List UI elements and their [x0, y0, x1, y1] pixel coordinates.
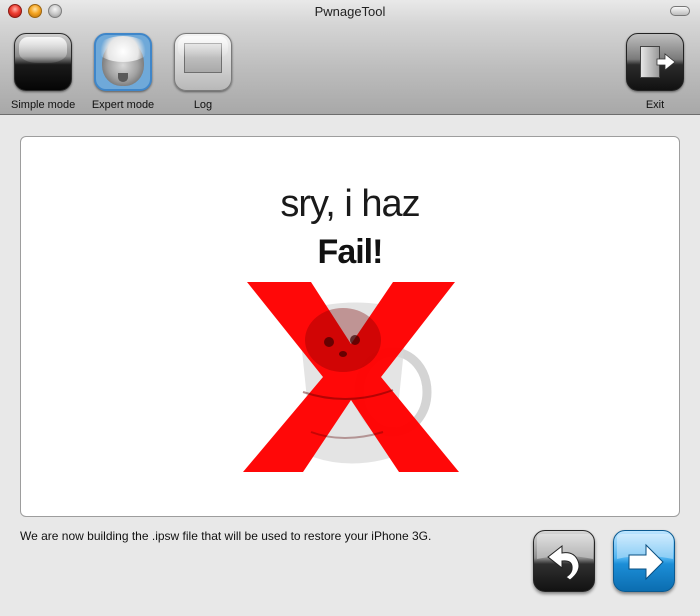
simple-mode-button[interactable]: Simple mode	[11, 33, 75, 111]
title-toolbar: PwnageTool Simple mode Expert mode Log E…	[0, 0, 700, 115]
log-button[interactable]: Log	[171, 33, 235, 111]
content-panel: sry, i haz Fail!	[20, 136, 680, 517]
exit-icon	[626, 33, 684, 91]
log-icon	[174, 33, 232, 91]
expert-mode-label: Expert mode	[91, 99, 155, 111]
toolbar-toggle-button[interactable]	[670, 6, 690, 16]
right-arrow-icon	[617, 534, 673, 581]
pwnagetool-window: PwnageTool Simple mode Expert mode Log E…	[0, 0, 700, 616]
log-screen	[184, 43, 222, 73]
exit-arrow-icon	[656, 53, 676, 71]
status-message: We are now building the .ipsw file that …	[20, 529, 432, 543]
next-button[interactable]	[613, 530, 675, 592]
fail-text: Fail!	[317, 233, 384, 271]
fail-x-icon	[243, 282, 459, 472]
exit-button[interactable]: Exit	[623, 33, 687, 111]
einstein-icon	[94, 33, 152, 91]
simple-mode-icon	[14, 33, 72, 91]
simple-mode-label: Simple mode	[11, 99, 76, 111]
einstein-hair	[97, 36, 149, 62]
einstein-tongue	[118, 73, 128, 82]
curved-back-arrow-icon	[537, 534, 593, 581]
exit-label: Exit	[645, 99, 665, 111]
expert-mode-button[interactable]: Expert mode	[91, 33, 155, 111]
window-title: PwnageTool	[314, 4, 386, 19]
log-label: Log	[193, 99, 213, 111]
headline: sry, i haz	[280, 183, 420, 225]
back-button[interactable]	[533, 530, 595, 592]
